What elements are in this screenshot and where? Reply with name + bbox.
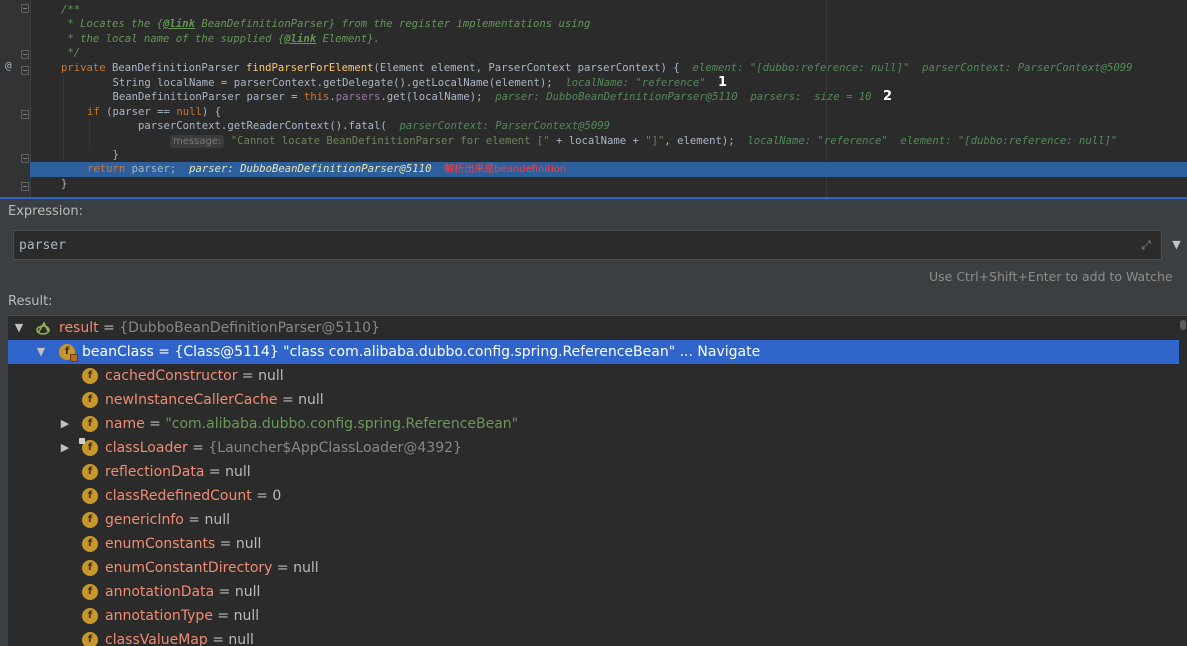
editor-gutter <box>0 0 30 197</box>
parameter-name-hint: message: <box>170 135 225 148</box>
code-line: */ <box>61 47 81 59</box>
debug-inline-value: localName: "reference" <box>565 77 706 89</box>
tree-row[interactable]: ▶ f name = "com.alibaba.dubbo.config.spr… <box>8 412 1179 436</box>
tree-row[interactable]: f enumConstantDirectory = null <box>8 556 1179 580</box>
code-line: private BeanDefinitionParser findParserF… <box>61 62 1133 74</box>
tree-row[interactable]: f newInstanceCallerCache = null <box>8 388 1179 412</box>
field-icon: f <box>82 536 98 552</box>
debug-inline-value: parser: DubboBeanDefinitionParser@5110 p… <box>495 91 872 103</box>
tree-row[interactable]: f genericInfo = null <box>8 508 1179 532</box>
fold-collapse-icon[interactable] <box>21 182 29 191</box>
watch-result-icon <box>36 321 50 335</box>
tree-row-result[interactable]: ▼ result = {DubboBeanDefinitionParser@51… <box>8 316 1179 340</box>
tree-row[interactable]: ▶ f classLoader = {Launcher$AppClassLoad… <box>8 436 1179 460</box>
code-line: parserContext.getReaderContext().fatal( … <box>87 120 611 132</box>
fold-collapse-icon[interactable] <box>21 66 29 75</box>
shortcut-hint: Use Ctrl+Shift+Enter to add to Watche <box>929 269 1173 284</box>
tree-row[interactable]: f classValueMap = null <box>8 628 1179 646</box>
field-icon: f <box>82 512 98 528</box>
field-icon: f <box>82 392 98 408</box>
field-icon: f <box>82 584 98 600</box>
scrollbar-thumb[interactable] <box>1180 320 1186 330</box>
panel-divider <box>0 197 1187 199</box>
tree-row[interactable]: f annotationData = null <box>8 580 1179 604</box>
code-line-current: return parser; parser: DubboBeanDefiniti… <box>87 163 567 175</box>
expand-arrow-icon[interactable]: ▶ <box>58 436 72 460</box>
field-icon: f <box>82 464 98 480</box>
expand-arrow-icon[interactable]: ▼ <box>12 316 26 340</box>
debug-inline-value: parserContext: ParserContext@5099 <box>399 120 611 132</box>
tree-row[interactable]: f cachedConstructor = null <box>8 364 1179 388</box>
field-icon: f <box>82 416 98 432</box>
history-dropdown-button[interactable]: ▼ <box>1166 230 1187 260</box>
field-icon: f <box>82 368 98 384</box>
fold-collapse-icon[interactable] <box>21 4 29 13</box>
code-line: message: "Cannot locate BeanDefinitionPa… <box>170 134 1117 149</box>
tree-row[interactable]: f annotationType = null <box>8 604 1179 628</box>
code-line: * the local name of the supplied {@link … <box>61 33 380 45</box>
fold-collapse-icon[interactable] <box>21 110 29 119</box>
expression-label: Expression: <box>8 204 83 219</box>
result-label: Result: <box>8 294 53 309</box>
tree-scrollbar[interactable] <box>1179 316 1187 646</box>
debug-inline-value: parser: DubboBeanDefinitionParser@5110 <box>189 163 432 175</box>
code-line: * Locates the {@link BeanDefinitionParse… <box>61 18 591 30</box>
override-marker-icon[interactable]: @ <box>5 59 12 72</box>
code-line: } <box>61 178 68 190</box>
annotation-note: 解析出来是beandefinition <box>444 164 567 175</box>
code-line: String localName = parserContext.getDele… <box>87 77 706 89</box>
field-icon: f <box>79 438 98 456</box>
tree-row-beanclass[interactable]: ▼ f beanClass = {Class@5114} "class com.… <box>8 340 1179 364</box>
field-icon: f <box>82 632 98 646</box>
code-line: BeanDefinitionParser parser = this.parse… <box>87 91 872 103</box>
field-icon: f <box>82 560 98 576</box>
annotation-number: 2 <box>883 89 893 104</box>
fold-collapse-icon[interactable] <box>21 50 29 59</box>
code-editor[interactable]: @ /** * Locates the {@link BeanDefinitio… <box>0 0 1187 197</box>
tree-row[interactable]: f classRedefinedCount = 0 <box>8 484 1179 508</box>
expand-arrow-icon[interactable]: ▶ <box>58 412 72 436</box>
code-line: } <box>87 149 119 161</box>
field-icon: f <box>82 608 98 624</box>
expression-box[interactable]: ⤢ <box>13 230 1162 260</box>
debug-inline-value: localName: "reference" element: "[dubbo:… <box>747 135 1118 147</box>
code-line: if (parser == null) { <box>87 106 221 118</box>
fold-collapse-icon[interactable] <box>21 154 29 163</box>
expression-input[interactable] <box>14 231 1134 259</box>
expand-arrow-icon[interactable]: ▼ <box>34 340 48 364</box>
evaluate-expression-panel: Expression: ⤢ ▼ Use Ctrl+Shift+Enter to … <box>0 197 1187 646</box>
field-icon: f <box>59 344 78 362</box>
annotation-number: 1 <box>718 75 728 90</box>
tree-row[interactable]: f enumConstants = null <box>8 532 1179 556</box>
tree-row[interactable]: f reflectionData = null <box>8 460 1179 484</box>
field-icon: f <box>82 488 98 504</box>
result-tree[interactable]: ▼ result = {DubboBeanDefinitionParser@51… <box>8 315 1187 646</box>
debug-inline-value: element: "[dubbo:reference: null]" parse… <box>692 62 1133 74</box>
expand-editor-icon[interactable]: ⤢ <box>1139 238 1153 252</box>
code-line: /** <box>61 4 81 16</box>
